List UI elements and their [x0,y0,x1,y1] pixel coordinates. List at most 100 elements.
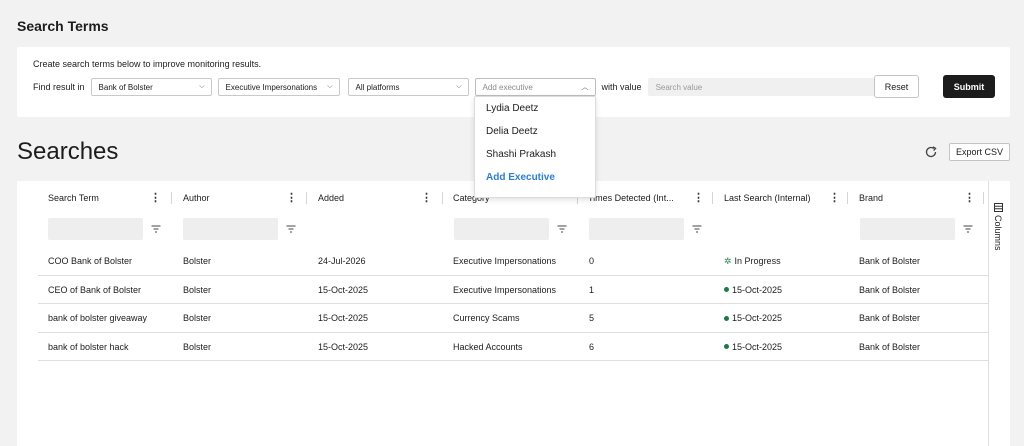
columns-label: Columns [993,215,1003,251]
with-value-label: with value [601,82,642,92]
reset-button[interactable]: Reset [874,75,919,98]
filter-input-author[interactable] [183,218,278,240]
columns-toggle[interactable]: Columns [993,203,1003,251]
search-value-input[interactable]: Search value [647,78,876,96]
cell-last-search: ✲ In Progress [724,247,781,275]
column-divider[interactable] [171,192,172,204]
column-header-label: Brand [859,193,884,203]
platform-select[interactable]: All platforms ⌵ [347,78,469,96]
in-progress-spinner-icon: ✲ [724,255,732,266]
cell-brand: Bank of Bolster [859,313,921,323]
filter-input-times-detected[interactable] [589,218,684,240]
table-row[interactable]: bank of bolster hack Bolster 15-Oct-2025… [38,333,989,361]
filter-icon[interactable] [963,224,973,234]
cell-search-term: CEO of Bank of Bolster [48,284,142,295]
cell-author: Bolster [183,313,212,323]
cell-brand: Bank of Bolster [859,256,921,266]
cell-category: Hacked Accounts [453,341,523,352]
filter-icon[interactable] [286,224,296,234]
column-header-last-search[interactable]: Last Search (Internal) [724,189,811,207]
cell-added: 15-Oct-2025 [318,313,369,323]
status-dot-icon [724,287,729,292]
category-select-value: Executive Impersonations [225,82,318,92]
add-executive-option[interactable]: Add Executive [475,166,595,189]
executive-option[interactable]: Lydia Deetz [475,97,595,120]
column-menu-icon[interactable]: ⋮ [286,192,297,204]
filter-input-category[interactable] [454,218,549,240]
column-header-label: Last Search (Internal) [724,193,811,203]
cell-search-term: bank of bolster giveaway [48,313,148,323]
cell-author: Bolster [183,341,212,352]
platform-select-value: All platforms [355,82,400,92]
table-row[interactable]: CEO of Bank of Bolster Bolster 15-Oct-20… [38,276,989,304]
filter-icon[interactable] [692,224,702,234]
column-header-label: Times Detected (Int... [588,193,674,203]
cell-category: Executive Impersonations [453,284,557,295]
columns-panel-toggle[interactable]: Columns [988,181,1010,446]
column-menu-icon[interactable]: ⋮ [964,192,975,204]
chevron-up-icon: ︿ [581,84,589,91]
cell-author: Bolster [183,256,212,266]
find-result-label: Find result in [33,82,85,92]
cell-added: 24-Jul-2026 [318,256,366,266]
searches-table: Search Term ⋮ Author ⋮ Added ⋮ Category … [17,181,1010,446]
column-menu-icon[interactable]: ⋮ [150,192,161,204]
cell-search-term: COO Bank of Bolster [48,256,133,266]
column-header-brand[interactable]: Brand [859,189,883,207]
filter-icon[interactable] [557,224,567,234]
column-header-author[interactable]: Author [183,189,210,207]
filter-input-brand[interactable] [860,218,955,240]
cell-category: Executive Impersonations [453,256,557,266]
column-header-search-term[interactable]: Search Term [48,189,99,207]
last-search-date: 15-Oct-2025 [732,341,783,352]
submit-button[interactable]: Submit [943,75,995,98]
column-header-times-detected[interactable]: Times Detected (Int... [588,189,674,207]
table-row[interactable]: bank of bolster giveaway Bolster 15-Oct-… [38,304,989,333]
status-dot-icon [724,344,729,349]
column-divider[interactable] [847,192,848,204]
column-divider[interactable] [306,192,307,204]
cell-author: Bolster [183,284,212,295]
executive-select[interactable]: Add executive ︿ [474,78,596,96]
page-title: Search Terms [17,18,109,34]
column-menu-icon[interactable]: ⋮ [421,192,432,204]
column-divider[interactable] [442,192,443,204]
search-value-placeholder: Search value [655,82,703,92]
searches-title: Searches [17,138,119,165]
cell-last-search: 15-Oct-2025 [724,333,782,361]
category-select[interactable]: Executive Impersonations ⌵ [217,78,340,96]
cell-times-detected: 5 [589,313,595,323]
refresh-icon[interactable] [924,145,938,159]
last-search-status: In Progress [734,256,781,266]
cell-last-search: 15-Oct-2025 [724,304,782,332]
cell-times-detected: 0 [589,256,595,266]
brand-select[interactable]: Bank of Bolster ⌵ [90,78,212,96]
column-menu-icon[interactable]: ⋮ [829,192,840,204]
filter-icon[interactable] [151,224,161,234]
column-header-label: Search Term [48,193,99,203]
brand-select-value: Bank of Bolster [98,82,153,92]
table-row[interactable]: COO Bank of Bolster Bolster 24-Jul-2026 … [38,247,989,276]
column-header-added[interactable]: Added [318,189,344,207]
cell-added: 15-Oct-2025 [318,284,369,295]
last-search-date: 15-Oct-2025 [732,284,783,295]
cell-search-term: bank of bolster hack [48,341,129,352]
chevron-down-icon: ⌵ [456,83,462,90]
columns-icon [993,203,1003,212]
cell-brand: Bank of Bolster [859,284,921,295]
status-dot-icon [724,315,729,321]
export-csv-button[interactable]: Export CSV [949,143,1010,161]
executive-option[interactable]: Delia Deetz [475,120,595,143]
column-divider[interactable] [712,192,713,204]
column-header-label: Author [183,193,210,203]
cell-brand: Bank of Bolster [859,341,921,352]
filter-input-search-term[interactable] [48,218,143,240]
column-menu-icon[interactable]: ⋮ [693,192,704,204]
cell-times-detected: 6 [589,341,595,352]
terms-description: Create search terms below to improve mon… [33,59,262,69]
last-search-date: 15-Oct-2025 [732,313,783,323]
search-term-form: Find result in Bank of Bolster ⌵ Executi… [33,75,995,98]
executive-option[interactable]: Shashi Prakash [475,143,595,166]
column-divider[interactable] [983,192,984,204]
cell-added: 15-Oct-2025 [318,341,369,352]
